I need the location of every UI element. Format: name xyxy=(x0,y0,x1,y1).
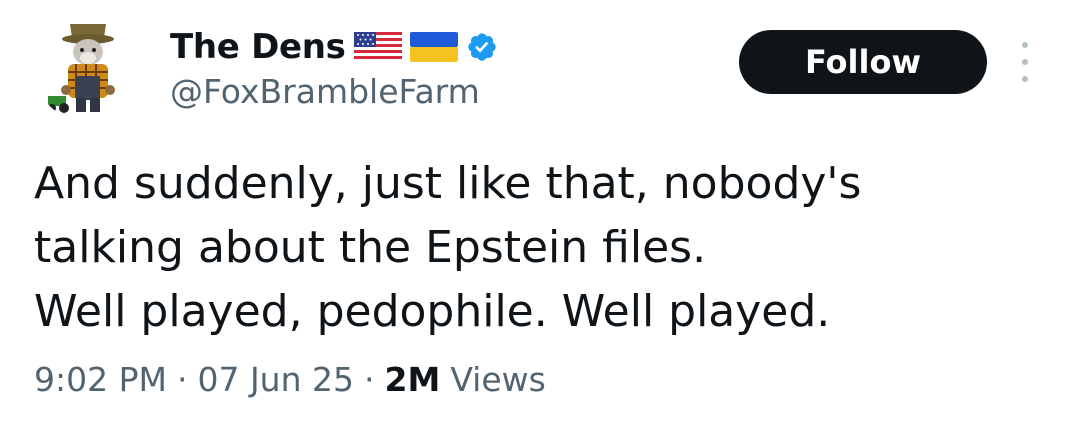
verified-badge-icon[interactable] xyxy=(466,31,498,63)
more-dot xyxy=(1022,76,1028,82)
views-label[interactable]: Views xyxy=(450,360,546,399)
avatar[interactable] xyxy=(34,14,142,122)
meta-separator: · xyxy=(176,360,188,399)
views-count[interactable]: 2M xyxy=(385,360,441,399)
author-handle[interactable]: @FoxBrambleFarm xyxy=(170,72,480,111)
ukraine-flag-icon xyxy=(409,32,458,62)
meta-separator: · xyxy=(364,360,375,399)
author-display-name[interactable]: The Dens xyxy=(170,27,346,67)
tweet-meta: 9:02 PM · 07 Jun 25 · 2M Views xyxy=(34,360,546,399)
tweet-text: And suddenly, just like that, nobody's t… xyxy=(34,152,1044,344)
tweet-text-line: And suddenly, just like that, nobody's xyxy=(34,158,862,209)
more-options-icon[interactable] xyxy=(1010,40,1040,84)
follow-button[interactable]: Follow xyxy=(739,30,987,94)
tweet-date[interactable]: 07 Jun 25 xyxy=(197,360,354,399)
avatar-image xyxy=(34,14,142,122)
tweet-text-line: Well played, pedophile. Well played. xyxy=(34,286,831,337)
more-dot xyxy=(1022,42,1028,48)
tweet-time[interactable]: 9:02 PM xyxy=(34,360,167,399)
tweet-text-line: talking about the Epstein files. xyxy=(34,222,707,273)
more-dot xyxy=(1022,59,1028,65)
tweet-card: The Dens @FoxBrambleFarm Follow And sudd… xyxy=(0,0,1080,426)
us-flag-icon xyxy=(353,32,402,62)
author-name-row: The Dens xyxy=(170,22,498,72)
